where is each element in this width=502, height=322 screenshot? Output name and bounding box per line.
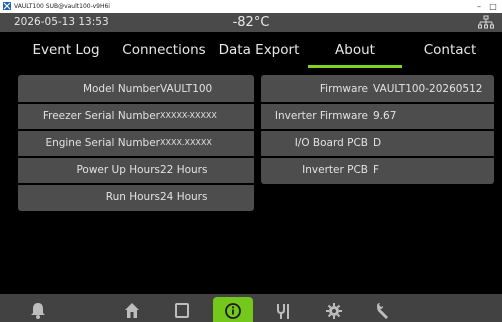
tab-data-export[interactable]: Data Export xyxy=(212,32,306,70)
info-row-run-hours: Run Hours 24 Hours xyxy=(18,185,254,209)
info-row-inverter-pcb: Inverter PCB F xyxy=(261,158,494,182)
nav-square-button[interactable] xyxy=(162,297,202,322)
bottom-nav xyxy=(0,294,502,322)
app-window: VAULT100 SUB@vault100-v9H6i – □ 2026-05-… xyxy=(0,0,502,322)
square-icon xyxy=(175,303,189,318)
value-inverter-firmware: 9.67 xyxy=(373,110,397,122)
nav-settings-button[interactable] xyxy=(314,297,354,322)
window-title: VAULT100 SUB@vault100-v9H6i xyxy=(14,3,110,10)
label-inverter-firmware: Inverter Firmware xyxy=(274,110,368,122)
value-engine-serial-number: XXXX.XXXXX xyxy=(160,138,212,147)
os-title-bar: VAULT100 SUB@vault100-v9H6i – □ xyxy=(0,0,502,14)
network-icon[interactable] xyxy=(478,15,494,30)
about-right-panel: Firmware VAULT100-20260512 Inverter Firm… xyxy=(261,75,494,184)
value-freezer-serial-number: XXXXX-XXXXX xyxy=(160,111,217,120)
label-model-number: Model Number xyxy=(82,83,160,95)
about-left-panel: Model Number VAULT100 Freezer Serial Num… xyxy=(18,75,254,211)
gear-icon xyxy=(326,303,342,319)
nav-home-button[interactable] xyxy=(112,297,152,322)
info-row-inverter-firmware: Inverter Firmware 9.67 xyxy=(261,104,494,128)
info-row-freezer-serial: Freezer Serial Number XXXXX-XXXXX xyxy=(18,104,254,128)
nav-service-button[interactable] xyxy=(363,297,403,322)
minimize-button[interactable]: – xyxy=(472,0,486,13)
wrench-icon xyxy=(377,303,388,319)
label-engine-serial-number: Engine Serial Number xyxy=(45,137,160,149)
label-power-up-hours: Power Up Hours xyxy=(76,164,160,176)
tools-icon xyxy=(277,304,289,319)
info-row-engine-serial: Engine Serial Number XXXX.XXXXX xyxy=(18,131,254,155)
tab-event-log[interactable]: Event Log xyxy=(16,32,116,70)
label-freezer-serial-number: Freezer Serial Number xyxy=(42,110,160,122)
info-row-power-up-hours: Power Up Hours 22 Hours xyxy=(18,158,254,182)
bell-icon xyxy=(31,303,45,319)
info-row-firmware: Firmware VAULT100-20260512 xyxy=(261,77,494,101)
tab-contact[interactable]: Contact xyxy=(402,32,498,70)
info-icon xyxy=(225,303,241,319)
home-icon xyxy=(125,303,139,318)
nav-tools-button[interactable] xyxy=(263,297,303,322)
value-io-board-pcb: D xyxy=(373,137,382,149)
value-run-hours: 24 Hours xyxy=(160,191,208,203)
tab-bar: Event Log Connections Data Export About … xyxy=(0,32,502,70)
label-firmware: Firmware xyxy=(319,83,368,95)
nav-about-button[interactable] xyxy=(213,297,253,322)
value-firmware: VAULT100-20260512 xyxy=(373,83,483,95)
status-header: 2026-05-13 13:53 -82°C xyxy=(0,13,502,32)
maximize-button[interactable]: □ xyxy=(486,0,500,13)
label-io-board-pcb: I/O Board PCB xyxy=(294,137,368,149)
value-model-number: VAULT100 xyxy=(160,83,213,95)
nav-alarms-button[interactable] xyxy=(18,297,58,322)
value-inverter-pcb: F xyxy=(373,164,380,176)
tab-about[interactable]: About xyxy=(308,32,402,70)
tab-connections[interactable]: Connections xyxy=(116,32,212,70)
app-icon xyxy=(3,2,11,10)
label-run-hours: Run Hours xyxy=(105,191,160,203)
info-row-io-board-pcb: I/O Board PCB D xyxy=(261,131,494,155)
label-inverter-pcb: Inverter PCB xyxy=(302,164,368,176)
value-power-up-hours: 22 Hours xyxy=(160,164,208,176)
info-row-model-number: Model Number VAULT100 xyxy=(18,77,254,101)
temperature-readout: -82°C xyxy=(232,15,270,30)
